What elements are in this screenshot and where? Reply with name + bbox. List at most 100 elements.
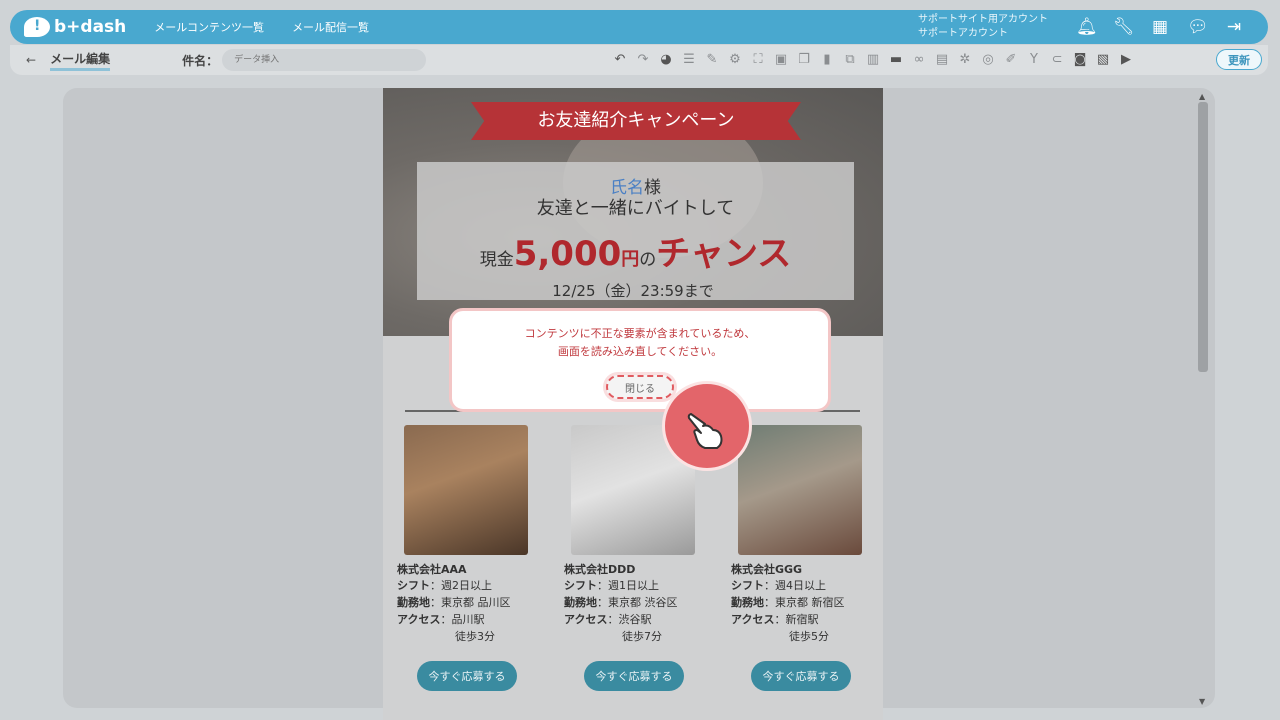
back-arrow-icon[interactable]: ← (26, 53, 36, 67)
wrench-icon[interactable]: 🔧︎ (1113, 16, 1135, 38)
place-row: 勤務地：東京都 品川区 (397, 594, 543, 611)
place-label: 勤務地 (564, 596, 597, 609)
walk-time: 徒歩7分 (622, 630, 662, 643)
hand-glyph-icon (687, 413, 723, 449)
page-title: メール編集 (50, 50, 111, 71)
access-label: アクセス (564, 613, 608, 626)
pen-icon[interactable]: ✎ (702, 49, 722, 71)
recipient-line: 氏名様 (417, 178, 854, 198)
dialog-message: コンテンツに不正な要素が含まれているため、 画面を読み込み直してください。 (452, 325, 828, 361)
access-value: ：渋谷駅 (607, 613, 652, 626)
preview-icon[interactable]: ▧ (1093, 49, 1113, 71)
trash-icon[interactable]: ▮ (817, 49, 837, 71)
place-row: 勤務地：東京都 新宿区 (731, 594, 877, 611)
name-suffix: 様 (644, 178, 661, 198)
dialog-message-line1: コンテンツに不正な要素が含まれているため、 (524, 327, 756, 340)
job-card: 株式会社AAA シフト：週2日以上 勤務地：東京都 品川区 アクセス：品川駅 徒… (383, 425, 543, 691)
duplicate-icon[interactable]: ⧉ (840, 49, 860, 71)
logout-icon[interactable]: ⇥ (1224, 16, 1244, 38)
align-icon[interactable]: ☰ (679, 49, 699, 71)
scrollbar[interactable]: ▲ ▼ (1196, 92, 1210, 706)
shift-value: ：週2日以上 (430, 579, 492, 592)
tool-icons: ↶ ↷ ◕ ☰ ✎ ⚙ ⛶ ▣ ❐ ▮ ⧉ ▥ ▬ ∞ ▤ ✲ ◎ ✐ Y ⊂ … (610, 49, 1136, 71)
place-label: 勤務地 (731, 596, 764, 609)
play-icon[interactable]: ▶ (1116, 49, 1136, 71)
shift-row: シフト：週1日以上 (564, 577, 710, 594)
place-value: ：東京都 渋谷区 (597, 596, 678, 609)
access-label: アクセス (397, 613, 441, 626)
deadline: 12/25（金）23:59まで (552, 282, 714, 300)
scroll-down-icon[interactable]: ▼ (1199, 697, 1205, 706)
bell-icon[interactable]: 🔔︎ (1076, 16, 1098, 38)
image-icon[interactable]: ▣ (771, 49, 791, 71)
walk-time: 徒歩5分 (789, 630, 829, 643)
amount: 5,000 (513, 234, 622, 274)
campaign-ribbon: お友達紹介キャンペーン (471, 102, 801, 140)
access-label: アクセス (731, 613, 775, 626)
account-line2: サポートアカウント (918, 28, 1008, 39)
block-icon[interactable]: ▬ (886, 49, 906, 71)
walk-time: 徒歩3分 (455, 630, 495, 643)
apps-grid-icon[interactable]: ▦ (1150, 16, 1170, 38)
filter-icon[interactable]: Y (1024, 49, 1044, 71)
company-name: 株式会社GGG (731, 563, 803, 576)
subject-label: 件名： (182, 53, 219, 68)
redo-icon[interactable]: ↷ (633, 49, 653, 71)
shift-label: シフト (731, 579, 764, 592)
scroll-up-icon[interactable]: ▲ (1199, 92, 1205, 101)
job-photo (738, 425, 862, 555)
access-row: アクセス：品川駅 (397, 611, 543, 628)
shift-value: ：週4日以上 (764, 579, 826, 592)
subject-input[interactable] (222, 49, 427, 71)
apply-button[interactable]: 今すぐ応募する (751, 661, 851, 691)
link-icon[interactable]: ∞ (909, 49, 929, 71)
access-row: アクセス：新宿駅 (731, 611, 877, 628)
nav-mail-delivery[interactable]: メール配信一覧 (292, 19, 369, 35)
job-photo (404, 425, 528, 555)
undo-icon[interactable]: ↶ (610, 49, 630, 71)
top-bar: b+dash メールコンテンツ一覧 メール配信一覧 サポートサイト用アカウント … (10, 10, 1268, 44)
place-value: ：東京都 品川区 (430, 596, 511, 609)
database-icon[interactable]: ◎ (978, 49, 998, 71)
place-row: 勤務地：東京都 渋谷区 (564, 594, 710, 611)
update-button[interactable]: 更新 (1216, 49, 1262, 70)
edit-icon[interactable]: ✐ (1001, 49, 1021, 71)
palette-icon[interactable]: ◕ (656, 49, 676, 71)
editor-toolbar: ← メール編集 件名： ↶ ↷ ◕ ☰ ✎ ⚙ ⛶ ▣ ❐ ▮ ⧉ ▥ ▬ ∞ … (10, 45, 1268, 75)
no-particle: の (639, 250, 657, 270)
shift-label: シフト (564, 579, 597, 592)
account-info[interactable]: サポートサイト用アカウント サポートアカウント (918, 13, 1048, 41)
nav-mail-contents[interactable]: メールコンテンツ一覧 (154, 19, 264, 35)
name-tag[interactable]: 氏名 (610, 178, 644, 198)
place-label: 勤務地 (397, 596, 430, 609)
place-value: ：東京都 新宿区 (764, 596, 845, 609)
calendar-icon[interactable]: ▤ (932, 49, 952, 71)
yen: 円 (621, 249, 640, 270)
gears-icon[interactable]: ✲ (955, 49, 975, 71)
link2-icon[interactable]: ⊂ (1047, 49, 1067, 71)
close-button[interactable]: 閉じる (606, 375, 674, 399)
apply-button[interactable]: 今すぐ応募する (417, 661, 517, 691)
dialog-message-line2: 画面を読み込み直してください。 (557, 345, 723, 358)
pointer-hand-icon (662, 381, 752, 471)
hero-line2: 友達と一緒にバイトして (536, 198, 735, 219)
columns-icon[interactable]: ▥ (863, 49, 883, 71)
app-logo[interactable]: b+dash (24, 17, 126, 37)
hero-offer: 現金5,000円のチャンス (417, 226, 854, 275)
logo-text: b+dash (54, 17, 127, 37)
scroll-thumb[interactable] (1198, 102, 1208, 372)
shift-value: ：週1日以上 (597, 579, 659, 592)
company-name: 株式会社DDD (564, 563, 636, 576)
top-icons: 🔔︎ 🔧︎ ▦ 💬︎ ⇥ (1076, 16, 1244, 38)
expand-icon[interactable]: ⛶ (748, 49, 768, 71)
apply-button[interactable]: 今すぐ応募する (584, 661, 684, 691)
cash-prefix: 現金 (479, 250, 514, 270)
error-dialog: コンテンツに不正な要素が含まれているため、 画面を読み込み直してください。 閉じ… (449, 308, 831, 412)
access-row: アクセス：渋谷駅 (564, 611, 710, 628)
copy-icon[interactable]: ❐ (794, 49, 814, 71)
access-value: ：新宿駅 (774, 613, 819, 626)
chance: チャンス (656, 234, 792, 274)
chat-bubble-icon[interactable]: 💬︎ (1187, 16, 1209, 38)
settings-icon[interactable]: ⚙ (725, 49, 745, 71)
contact-icon[interactable]: ◙ (1070, 49, 1090, 71)
